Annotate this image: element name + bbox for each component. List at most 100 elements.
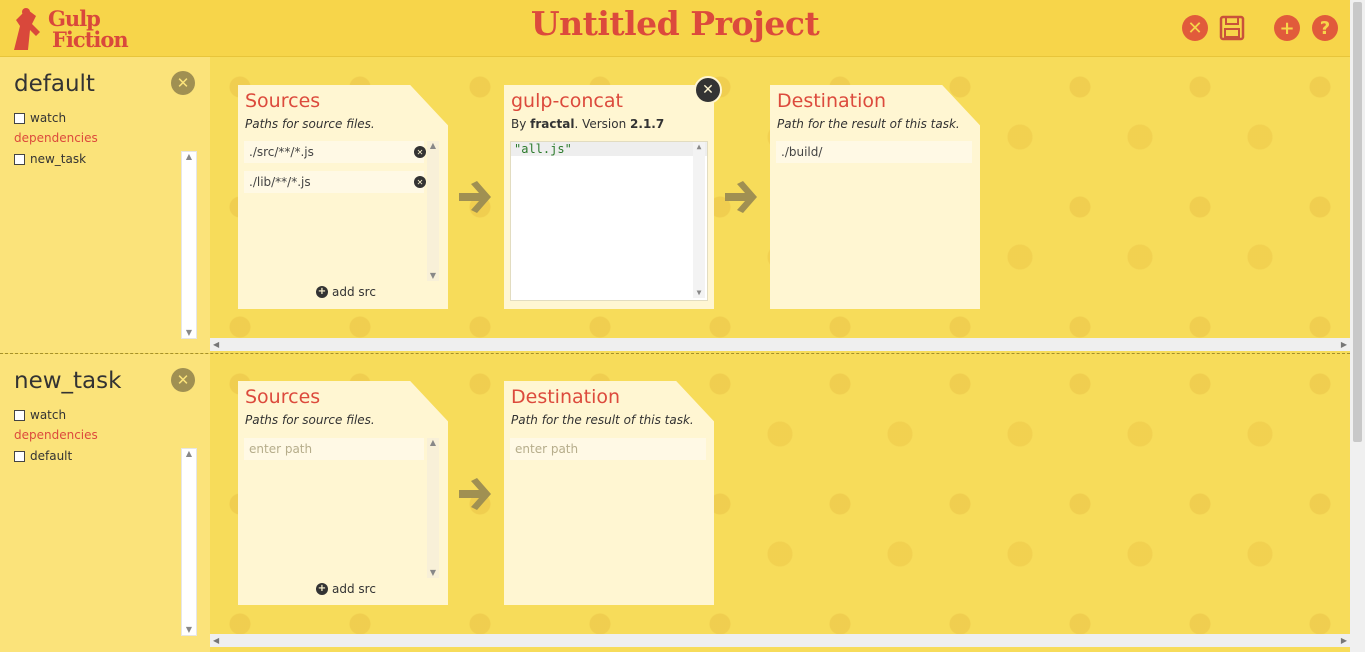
dependency-checkbox[interactable] <box>14 153 25 165</box>
help-button[interactable]: ? <box>1312 15 1338 41</box>
destination-card: Destination Path for the result of this … <box>504 381 714 605</box>
dependency-item[interactable]: new_task <box>14 152 86 166</box>
remove-source-button[interactable]: ✕ <box>414 176 426 188</box>
remove-source-button[interactable]: ✕ <box>414 146 426 158</box>
remove-plugin-button[interactable]: ✕ <box>694 76 722 104</box>
watch-label: watch <box>30 408 67 422</box>
scroll-down-icon[interactable]: ▼ <box>182 625 196 635</box>
close-project-button[interactable]: ✕ <box>1182 15 1208 41</box>
close-icon: ✕ <box>702 82 714 98</box>
project-title[interactable]: Untitled Project <box>0 4 1350 43</box>
dependency-label: default <box>30 449 73 463</box>
pipeline-horizontal-scrollbar[interactable]: ◀ ▶ <box>210 634 1350 647</box>
plugin-author: fractal <box>530 117 575 131</box>
scroll-up-icon[interactable]: ▲ <box>182 449 196 459</box>
sources-subtitle: Paths for source files. <box>245 117 375 131</box>
task-name[interactable]: default <box>14 71 95 97</box>
add-source-button[interactable]: + add src <box>316 285 376 299</box>
destination-path-input[interactable]: enter path <box>510 438 706 460</box>
destination-subtitle: Path for the result of this task. <box>511 413 694 427</box>
source-path-item[interactable]: ./lib/**/*.js <box>244 171 424 193</box>
scroll-right-icon[interactable]: ▶ <box>1341 636 1347 645</box>
arrow-right-icon <box>725 181 757 213</box>
dependencies-label: dependencies <box>14 428 98 442</box>
editor-scrollbar[interactable]: ▲ ▼ <box>693 142 705 298</box>
close-icon: ✕ <box>176 74 190 92</box>
watch-checkbox[interactable] <box>14 112 25 124</box>
watch-label: watch <box>30 111 67 125</box>
plugin-name: gulp-concat <box>511 90 623 112</box>
add-source-label: add src <box>332 285 376 299</box>
pipeline-horizontal-scrollbar[interactable]: ◀ ▶ <box>210 338 1350 351</box>
page-scrollbar-thumb[interactable] <box>1353 2 1362 442</box>
add-source-button[interactable]: + add src <box>316 582 376 596</box>
dependency-item[interactable]: default <box>14 449 72 463</box>
add-task-button[interactable]: + <box>1274 15 1300 41</box>
task-sidebar: default ✕ watch dependencies new_task ▲ … <box>0 57 210 353</box>
sources-card: Sources Paths for source files. enter pa… <box>238 381 448 605</box>
task-sidebar: new_task ✕ watch dependencies default ▲ … <box>0 354 210 652</box>
dependencies-scrollbar[interactable]: ▲ ▼ <box>181 448 197 636</box>
dependencies-scrollbar[interactable]: ▲ ▼ <box>181 151 197 339</box>
sources-title: Sources <box>245 90 321 112</box>
plugin-card: gulp-concat By fractal. Version 2.1.7 "a… <box>504 85 714 309</box>
scroll-up-icon[interactable]: ▲ <box>182 152 196 162</box>
add-source-label: add src <box>332 582 376 596</box>
plugin-version: 2.1.7 <box>630 117 665 131</box>
destination-card: Destination Path for the result of this … <box>770 85 980 309</box>
task-name[interactable]: new_task <box>14 368 121 394</box>
scroll-down-icon[interactable]: ▼ <box>427 568 439 578</box>
watch-checkbox[interactable] <box>14 409 25 421</box>
plus-icon: + <box>316 286 328 298</box>
sources-card: Sources Paths for source files. ./src/**… <box>238 85 448 309</box>
scroll-right-icon[interactable]: ▶ <box>1341 340 1347 349</box>
remove-task-button[interactable]: ✕ <box>171 71 195 95</box>
task-row-new-task: new_task ✕ watch dependencies default ▲ … <box>0 354 1350 652</box>
plugin-version-prefix: . Version <box>574 117 631 131</box>
destination-title: Destination <box>777 90 887 112</box>
save-project-button[interactable] <box>1219 15 1245 41</box>
scroll-left-icon[interactable]: ◀ <box>213 340 219 349</box>
scroll-down-icon[interactable]: ▼ <box>182 328 196 338</box>
destination-subtitle: Path for the result of this task. <box>777 117 960 131</box>
scroll-down-icon[interactable]: ▼ <box>693 288 705 298</box>
scroll-up-icon[interactable]: ▲ <box>693 142 705 152</box>
arrow-right-icon <box>459 181 491 213</box>
task-row-default: default ✕ watch dependencies new_task ▲ … <box>0 57 1350 354</box>
scroll-down-icon[interactable]: ▼ <box>427 271 439 281</box>
plugin-by-prefix: By <box>511 117 531 131</box>
scroll-up-icon[interactable]: ▲ <box>427 141 439 151</box>
watch-toggle[interactable]: watch <box>14 408 66 422</box>
scroll-left-icon[interactable]: ◀ <box>213 636 219 645</box>
app-header: Gulp Fiction Untitled Project ✕ + ? <box>0 0 1350 57</box>
task-pipeline: Sources Paths for source files. enter pa… <box>210 354 1350 652</box>
source-path-item[interactable]: ./src/**/*.js <box>244 141 424 163</box>
destination-path-input[interactable]: ./build/ <box>776 141 972 163</box>
close-icon: ✕ <box>416 147 424 157</box>
sources-scrollbar[interactable]: ▲ ▼ <box>427 438 439 578</box>
save-icon <box>1219 15 1245 41</box>
sources-subtitle: Paths for source files. <box>245 413 375 427</box>
close-icon: ✕ <box>1187 17 1203 39</box>
plus-icon: + <box>316 583 328 595</box>
arrow-right-icon <box>459 478 491 510</box>
plus-icon: + <box>1279 17 1295 39</box>
destination-title: Destination <box>511 386 621 408</box>
sources-scrollbar[interactable]: ▲ ▼ <box>427 141 439 281</box>
question-icon: ? <box>1319 17 1331 39</box>
close-icon: ✕ <box>416 177 424 187</box>
source-path-input[interactable]: enter path <box>244 438 424 460</box>
watch-toggle[interactable]: watch <box>14 111 66 125</box>
remove-task-button[interactable]: ✕ <box>171 368 195 392</box>
dependencies-label: dependencies <box>14 131 98 145</box>
code-line: "all.js" <box>511 142 707 156</box>
page-scrollbar[interactable] <box>1350 0 1365 652</box>
plugin-meta: By fractal. Version 2.1.7 <box>511 117 664 131</box>
sources-title: Sources <box>245 386 321 408</box>
scroll-up-icon[interactable]: ▲ <box>427 438 439 448</box>
close-icon: ✕ <box>176 371 190 389</box>
dependency-checkbox[interactable] <box>14 450 25 462</box>
task-pipeline: Sources Paths for source files. ./src/**… <box>210 57 1350 353</box>
plugin-options-editor[interactable]: "all.js" ▲ ▼ <box>510 141 708 301</box>
dependency-label: new_task <box>30 152 87 166</box>
